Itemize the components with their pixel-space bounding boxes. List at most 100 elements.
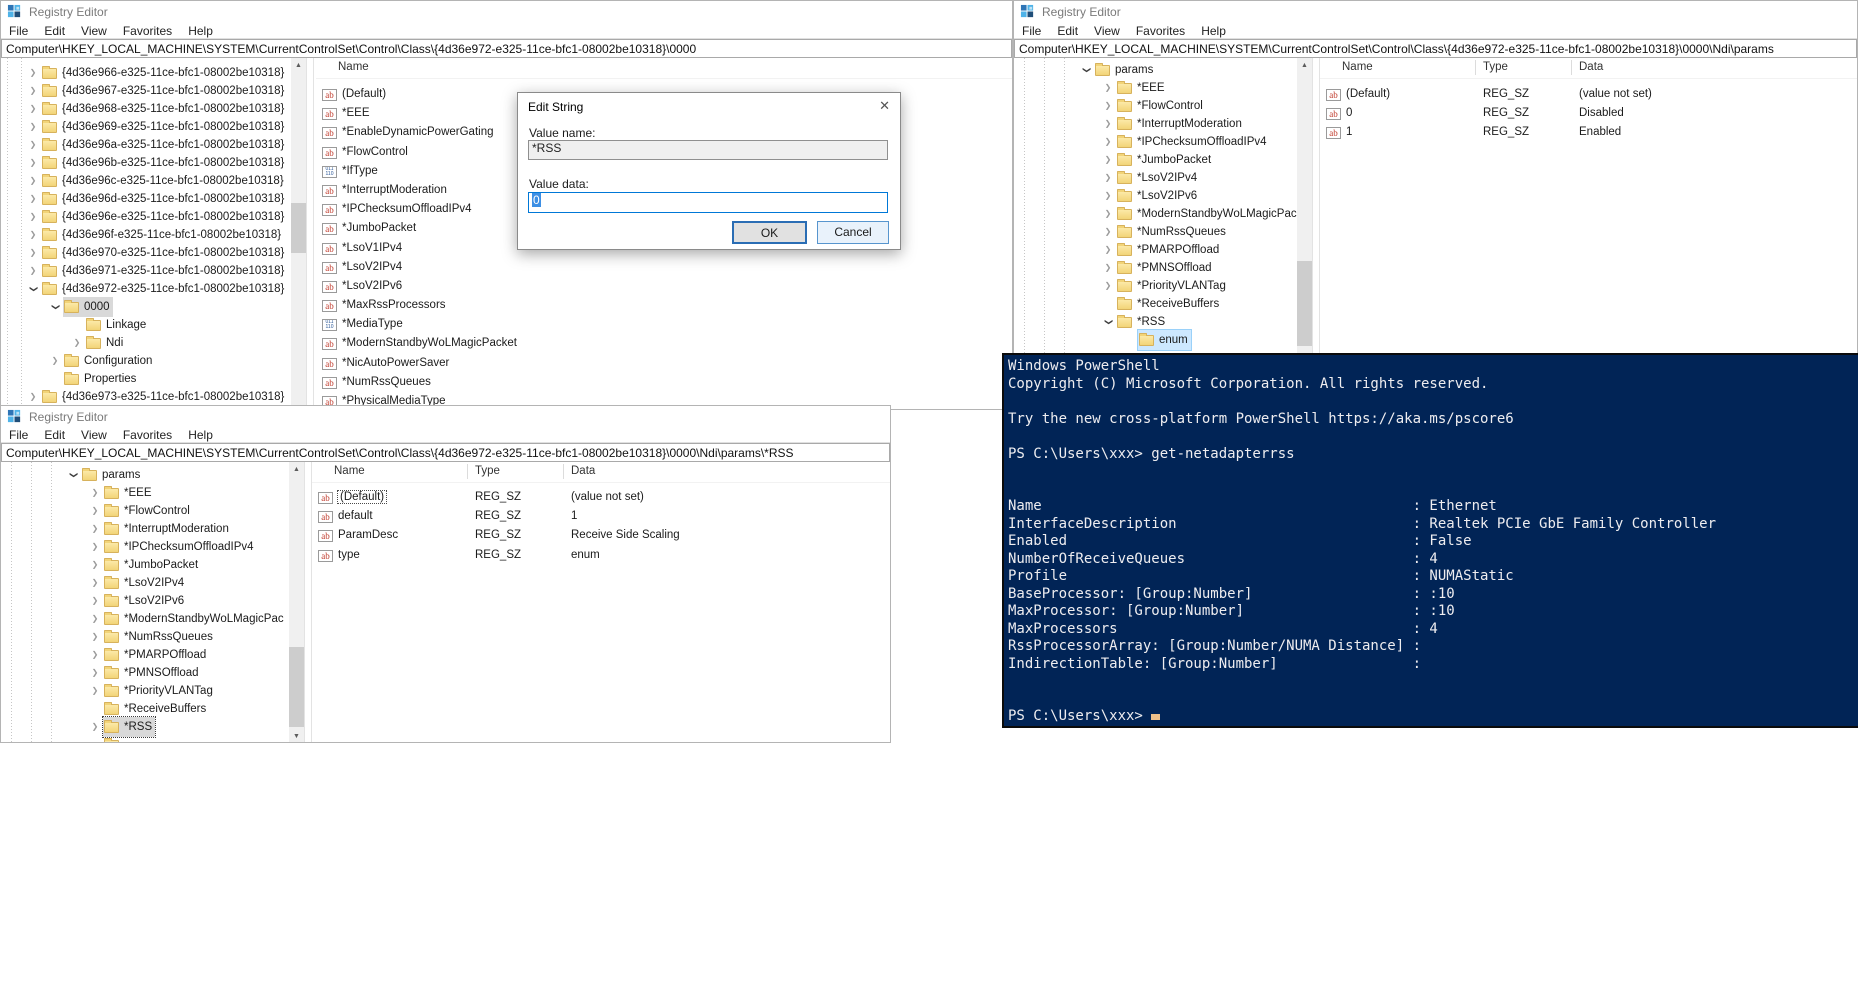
tree-node[interactable]: Linkage bbox=[1, 316, 291, 334]
tree-node[interactable]: *IPChecksumOffloadIPv4 bbox=[1014, 133, 1297, 151]
expand-icon[interactable] bbox=[87, 628, 103, 646]
scroll-thumb[interactable] bbox=[291, 203, 306, 253]
expand-icon[interactable] bbox=[1100, 79, 1116, 97]
expand-icon[interactable] bbox=[87, 502, 103, 520]
tree-node[interactable]: {4d36e970-e325-11ce-bfc1-08002be10318} bbox=[1, 244, 291, 262]
column-divider[interactable] bbox=[1475, 60, 1476, 75]
tree-node[interactable]: params bbox=[1, 466, 289, 484]
tree-node[interactable]: *ModernStandbyWoLMagicPac bbox=[1014, 205, 1297, 223]
column-divider[interactable] bbox=[563, 464, 564, 479]
expand-icon[interactable] bbox=[25, 226, 41, 244]
expand-icon[interactable] bbox=[1100, 241, 1116, 259]
tree-node[interactable]: *ReceiveBuffers bbox=[1, 700, 289, 718]
tree-node[interactable]: *EEE bbox=[1014, 79, 1297, 97]
expand-icon[interactable] bbox=[25, 136, 41, 154]
expand-icon[interactable] bbox=[1100, 259, 1116, 277]
expand-icon[interactable] bbox=[87, 718, 103, 736]
value-row[interactable]: typeREG_SZenum bbox=[312, 547, 890, 566]
address-input[interactable] bbox=[1, 39, 1012, 58]
column-name[interactable]: Name bbox=[334, 465, 365, 477]
expand-icon[interactable] bbox=[25, 154, 41, 172]
expand-icon[interactable] bbox=[87, 520, 103, 538]
expand-icon[interactable] bbox=[1100, 223, 1116, 241]
tree-node[interactable]: *RSS bbox=[1014, 313, 1297, 331]
pane-splitter[interactable] bbox=[306, 58, 314, 410]
tree-node[interactable]: *LsoV2IPv4 bbox=[1, 574, 289, 592]
menu-view[interactable]: View bbox=[73, 427, 115, 443]
tree-scrollbar[interactable]: ▲ bbox=[291, 58, 306, 410]
title-bar[interactable]: Registry Editor bbox=[1, 406, 890, 427]
expand-icon[interactable] bbox=[25, 118, 41, 136]
column-data[interactable]: Data bbox=[571, 465, 595, 477]
menu-favorites[interactable]: Favorites bbox=[115, 427, 180, 443]
tree-node[interactable]: *InterruptModeration bbox=[1014, 115, 1297, 133]
expand-icon[interactable] bbox=[25, 100, 41, 118]
tree-node[interactable]: Configuration bbox=[1, 352, 291, 370]
collapse-icon[interactable] bbox=[1100, 313, 1116, 331]
tree-node[interactable]: enum bbox=[1014, 331, 1297, 349]
expand-icon[interactable] bbox=[1100, 277, 1116, 295]
cancel-button[interactable]: Cancel bbox=[817, 221, 889, 244]
expand-icon[interactable] bbox=[25, 172, 41, 190]
expand-icon[interactable] bbox=[1100, 151, 1116, 169]
tree-node[interactable]: {4d36e969-e325-11ce-bfc1-08002be10318} bbox=[1, 118, 291, 136]
menu-edit[interactable]: Edit bbox=[36, 23, 73, 39]
expand-icon[interactable] bbox=[1100, 115, 1116, 133]
tree-node[interactable]: {4d36e972-e325-11ce-bfc1-08002be10318} bbox=[1, 280, 291, 298]
tree-scrollbar[interactable]: ▲ ▼ bbox=[289, 462, 304, 743]
tree-node[interactable]: {4d36e968-e325-11ce-bfc1-08002be10318} bbox=[1, 100, 291, 118]
menu-favorites[interactable]: Favorites bbox=[1128, 23, 1193, 39]
column-divider[interactable] bbox=[1571, 60, 1572, 75]
expand-icon[interactable] bbox=[47, 352, 63, 370]
value-row[interactable]: 0REG_SZDisabled bbox=[1320, 105, 1857, 124]
tree-node[interactable]: params bbox=[1014, 61, 1297, 79]
tree-node[interactable]: *LsoV2IPv4 bbox=[1014, 169, 1297, 187]
address-input[interactable] bbox=[1014, 39, 1857, 58]
menu-favorites[interactable]: Favorites bbox=[115, 23, 180, 39]
tree-node[interactable]: *FlowControl bbox=[1, 502, 289, 520]
expand-icon[interactable] bbox=[25, 388, 41, 406]
tree-node[interactable]: *NumRssQueues bbox=[1, 628, 289, 646]
value-data-field[interactable]: 0 bbox=[528, 192, 888, 213]
tree-node[interactable]: *PMNSOffload bbox=[1, 664, 289, 682]
tree-node[interactable]: *IPChecksumOffloadIPv4 bbox=[1, 538, 289, 556]
tree-node[interactable]: *RSS bbox=[1, 718, 289, 736]
column-type[interactable]: Type bbox=[475, 465, 500, 477]
value-row[interactable]: (Default)REG_SZ(value not set) bbox=[312, 489, 890, 508]
collapse-icon[interactable] bbox=[65, 466, 81, 484]
menu-help[interactable]: Help bbox=[180, 23, 221, 39]
tree-node[interactable]: {4d36e973-e325-11ce-bfc1-08002be10318} bbox=[1, 388, 291, 406]
tree-node[interactable]: {4d36e966-e325-11ce-bfc1-08002be10318} bbox=[1, 64, 291, 82]
value-row[interactable]: *NumRssQueues bbox=[316, 374, 1012, 393]
column-type[interactable]: Type bbox=[1483, 61, 1508, 73]
expand-icon[interactable] bbox=[87, 556, 103, 574]
value-row[interactable]: *MediaType bbox=[316, 316, 1012, 335]
expand-icon[interactable] bbox=[1100, 97, 1116, 115]
menu-file[interactable]: File bbox=[1014, 23, 1049, 39]
menu-edit[interactable]: Edit bbox=[36, 427, 73, 443]
tree-node[interactable]: *InterruptModeration bbox=[1, 520, 289, 538]
expand-icon[interactable] bbox=[87, 538, 103, 556]
expand-icon[interactable] bbox=[25, 262, 41, 280]
tree-node[interactable]: *PriorityVLANTag bbox=[1, 682, 289, 700]
close-icon[interactable]: ✕ bbox=[879, 98, 890, 114]
value-row[interactable]: *MaxRssProcessors bbox=[316, 297, 1012, 316]
tree-node[interactable]: Ndi bbox=[1, 334, 291, 352]
tree-node[interactable]: {4d36e96a-e325-11ce-bfc1-08002be10318} bbox=[1, 136, 291, 154]
tree-node[interactable]: {4d36e96e-e325-11ce-bfc1-08002be10318} bbox=[1, 208, 291, 226]
expand-icon[interactable] bbox=[87, 592, 103, 610]
expand-icon[interactable] bbox=[25, 190, 41, 208]
scroll-up-icon[interactable]: ▲ bbox=[289, 462, 304, 477]
menu-view[interactable]: View bbox=[73, 23, 115, 39]
tree-node[interactable]: *LsoV2IPv6 bbox=[1014, 187, 1297, 205]
collapse-icon[interactable] bbox=[47, 298, 63, 316]
expand-icon[interactable] bbox=[1100, 187, 1116, 205]
column-name[interactable]: Name bbox=[338, 61, 369, 73]
powershell-window[interactable]: Windows PowerShellCopyright (C) Microsof… bbox=[1002, 353, 1858, 728]
tree-node[interactable]: *JumboPacket bbox=[1014, 151, 1297, 169]
expand-icon[interactable] bbox=[1100, 205, 1116, 223]
expand-icon[interactable] bbox=[1100, 169, 1116, 187]
expand-icon[interactable] bbox=[87, 682, 103, 700]
tree-node[interactable]: Properties bbox=[1, 370, 291, 388]
value-row[interactable]: 1REG_SZEnabled bbox=[1320, 124, 1857, 143]
